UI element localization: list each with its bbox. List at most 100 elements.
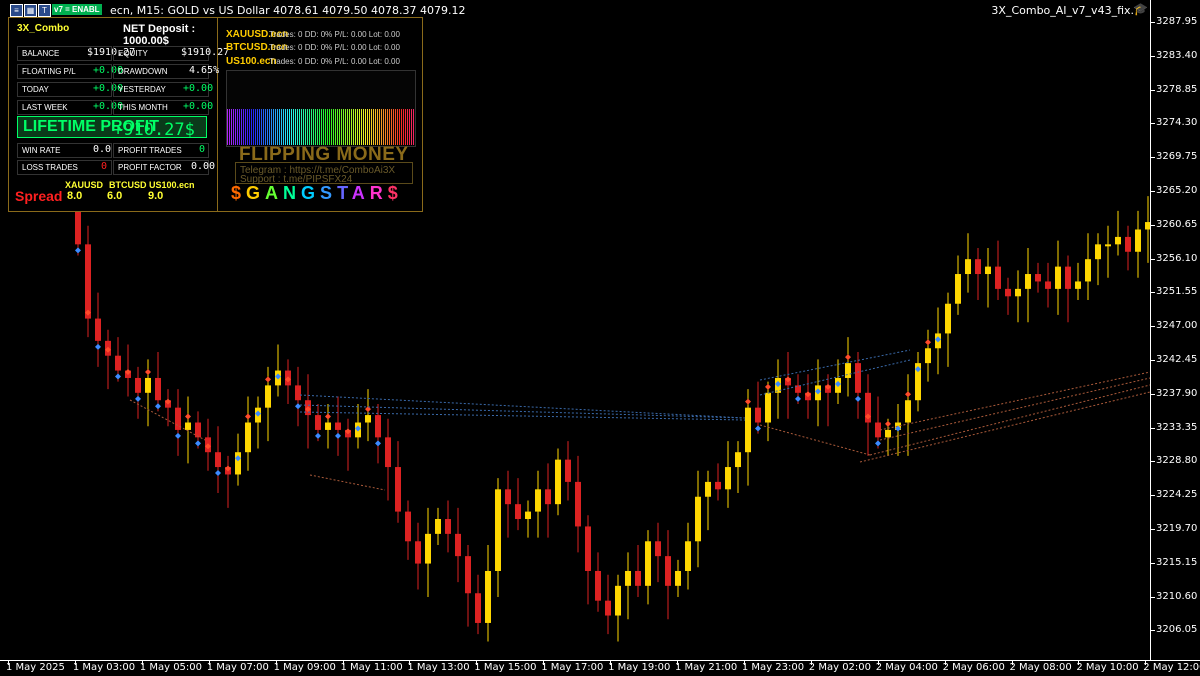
candle-body: [745, 407, 751, 453]
gradient-bar: [401, 109, 402, 145]
trade-marker: [855, 395, 861, 402]
time-label: 1 May 05:00: [139, 662, 203, 673]
gradient-bar: [303, 109, 304, 145]
gradient-bar: [395, 109, 396, 145]
price-tick: [1151, 157, 1155, 159]
gradient-bar: [311, 109, 312, 145]
price-label: 3219.70: [1156, 523, 1198, 534]
gradient-bar: [245, 109, 246, 145]
candle-body: [1105, 244, 1111, 247]
time-label: 2 May 06:00: [942, 662, 1005, 673]
gangstar-letter: G: [301, 183, 321, 203]
gradient-bar: [233, 109, 234, 145]
price-tick: [1151, 360, 1155, 361]
price-label: 3274.30: [1156, 117, 1198, 129]
candle-body: [755, 407, 761, 423]
gradient-bar: [333, 109, 334, 145]
price-tick: [1151, 292, 1155, 294]
trade-marker: [845, 354, 851, 361]
candle-body: [375, 415, 381, 438]
trade-marker: [195, 440, 201, 447]
gradient-bar: [257, 109, 258, 145]
price-label: 3278.85: [1156, 83, 1198, 95]
candle-body: [965, 259, 971, 275]
gradient-bar: [259, 109, 260, 145]
price-axis[interactable]: 3287.95 3283.40 3278.85 3274.30 3269.75 3265.…: [1150, 0, 1200, 660]
profit-trades-label: PROFIT TRADES: [113, 143, 209, 158]
gradient-bar: [243, 109, 244, 145]
candle-body: [1005, 288, 1011, 297]
gradient-bar: [249, 109, 250, 145]
candle-body: [385, 437, 391, 468]
spread-label: Spread: [15, 188, 63, 204]
projection-line: [859, 391, 1151, 463]
time-label: 1 May 07:00: [206, 662, 269, 673]
candle-body: [325, 422, 331, 430]
gradient-bar: [251, 109, 252, 145]
gradient-bar: [397, 109, 398, 145]
projection-line: [299, 394, 746, 419]
gradient-bar: [315, 109, 316, 145]
gradient-bar: [289, 109, 290, 145]
trade-marker: [315, 432, 321, 439]
price-tick: [1151, 224, 1155, 226]
candle-body: [505, 489, 511, 505]
price-tick: [1151, 427, 1155, 429]
gradient-bar: [329, 109, 330, 145]
graduation-cap-icon[interactable]: 🎓: [1133, 2, 1148, 16]
trade-icon[interactable]: T: [38, 4, 51, 17]
trade-marker: [175, 432, 181, 439]
gangstar-letter: R: [369, 183, 388, 203]
gangstar-letter: $: [387, 183, 403, 203]
candle-body: [765, 392, 771, 423]
menu-icon[interactable]: ≡: [10, 4, 23, 17]
gradient-bar: [353, 109, 354, 145]
gradient-bar: [413, 109, 414, 145]
price-label: 3260.65: [1156, 218, 1198, 230]
gradient-bar: [255, 109, 256, 145]
gangstar-letter: A: [265, 183, 284, 203]
gradient-bar: [241, 109, 242, 145]
gradient-bar: [349, 109, 350, 145]
candle-body: [545, 489, 551, 505]
spread-symbol-btcusd: BTCUSD: [109, 180, 147, 190]
candle-body: [555, 459, 561, 505]
trade-marker: [135, 395, 141, 402]
gradient-bar: [383, 109, 384, 145]
gradient-bar: [327, 109, 328, 145]
gradient-bar: [305, 109, 306, 145]
candle-body: [515, 504, 521, 520]
gradient-bar: [355, 109, 356, 145]
color-gradient-bars: [226, 70, 416, 147]
candle-body: [1135, 229, 1141, 252]
price-tick: [1151, 191, 1155, 192]
gradient-bar: [297, 109, 298, 145]
gangstar-letter: G: [246, 183, 266, 203]
gradient-bar: [337, 109, 338, 145]
projection-line: [759, 349, 911, 381]
candle-body: [365, 415, 371, 423]
candle-body: [715, 481, 721, 490]
time-axis[interactable]: 1 May 2025 1 May 03:00 1 May 05:00 1 May 07…: [0, 660, 1200, 676]
gradient-bar: [301, 109, 302, 145]
candle-body: [315, 415, 321, 430]
candle-body: [1075, 281, 1081, 289]
candle-body: [415, 541, 421, 564]
price-tick: [1151, 630, 1155, 632]
gradient-bar: [283, 109, 284, 145]
candle-body: [735, 452, 741, 468]
trade-marker: [245, 413, 251, 420]
gangstar-banner: $GANGSTAR$: [231, 183, 403, 204]
candle-body: [1055, 266, 1061, 289]
candle-body: [585, 526, 591, 571]
chart-icon[interactable]: ▦: [24, 4, 37, 17]
price-label: 3256.10: [1156, 252, 1198, 264]
price-label: 3251.55: [1156, 286, 1198, 298]
gangstar-letter: T: [337, 183, 352, 203]
trade-marker: [185, 413, 191, 420]
projection-line: [869, 384, 1151, 456]
gradient-bar: [389, 109, 390, 145]
gradient-bar: [299, 109, 300, 145]
gradient-bar: [253, 109, 254, 145]
candle-body: [1115, 236, 1121, 245]
